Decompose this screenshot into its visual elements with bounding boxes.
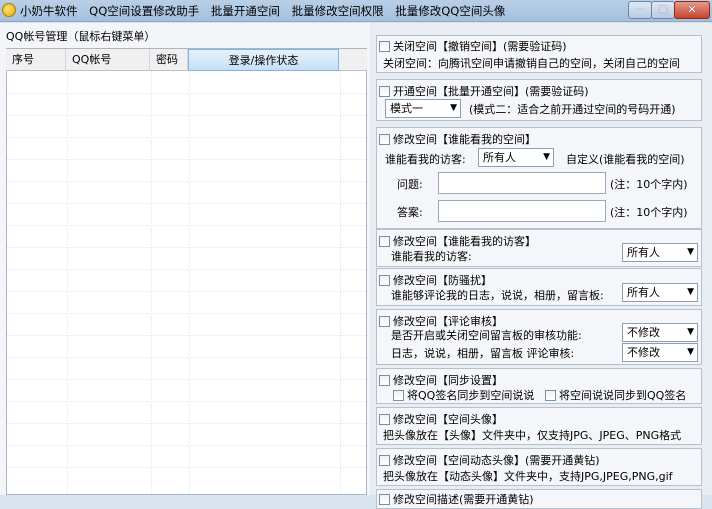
comment-permission-select[interactable]: 所有人 ▼ (622, 283, 698, 302)
visitors-permission-value: 所有人 (627, 246, 660, 259)
minimize-button[interactable]: ─ (628, 1, 652, 19)
space-visitors-label: 谁能看我的访客: (385, 153, 466, 166)
description-checkbox[interactable]: 修改空间描述(需要开通黄钻) (379, 491, 534, 507)
section-animated-avatar: 修改空间【空间动态头像】(需要开通黄钻) 把头像放在【动态头像】文件夹中，支持J… (376, 448, 702, 486)
section-avatar: 修改空间【空间头像】 把头像放在【头像】文件夹中，仅支持JPG、JPEG、PNG… (376, 407, 702, 445)
open-mode-value: 模式一 (390, 102, 423, 115)
close-space-checkbox[interactable]: 关闭空间【撤销空间】(需要验证码) (379, 38, 567, 54)
question-input[interactable] (438, 172, 606, 194)
chevron-down-icon: ▼ (687, 247, 694, 257)
comment-permission-value: 所有人 (627, 286, 660, 299)
space-visitors-value: 所有人 (483, 151, 516, 164)
anti-harass-label: 修改空间【防骚扰】 (393, 274, 492, 287)
content-review-select[interactable]: 不修改 ▼ (622, 343, 698, 362)
menu-item-batch-open[interactable]: 批量开通空间 (211, 4, 280, 18)
chevron-down-icon: ▼ (543, 152, 550, 162)
column-header-qq[interactable]: QQ帐号 (66, 49, 150, 71)
question-note: (注：10个字内) (610, 178, 688, 191)
animated-avatar-checkbox[interactable]: 修改空间【空间动态头像】(需要开通黄钻) (379, 452, 600, 468)
section-description: 修改空间描述(需要开通黄钻) (376, 489, 702, 509)
animated-avatar-desc: 把头像放在【动态头像】文件夹中，支持JPG,JPEG,PNG,gif (383, 470, 673, 483)
who-can-see-visitors-checkbox[interactable]: 修改空间【谁能看我的访客】 (379, 233, 536, 249)
sync-label: 修改空间【同步设置】 (393, 374, 503, 387)
section-anti-harass: 修改空间【防骚扰】 谁能够评论我的日志，说说，相册，留言板: 所有人 ▼ (376, 268, 702, 306)
close-space-label: 关闭空间【撤销空间】(需要验证码) (393, 40, 567, 53)
section-open-space: 开通空间【批量开通空间】(需要验证码) 模式一 ▼ (模式二：适合之前开通过空间的… (376, 79, 702, 121)
app-logo-icon (2, 3, 16, 17)
account-panel-title: QQ帐号管理（鼠标右键菜单） (6, 30, 156, 43)
menu-item-batch-avatar[interactable]: 批量修改QQ空间头像 (395, 4, 505, 18)
avatar-label: 修改空间【空间头像】 (393, 413, 503, 426)
close-space-desc: 关闭空间：向腾讯空间申请撤销自己的空间，关闭自己的空间 (383, 57, 680, 70)
custom-space-label: 自定义(谁能看我的空间) (566, 153, 685, 166)
space-visitors-select[interactable]: 所有人 ▼ (478, 148, 554, 167)
account-table-header: 序号 QQ帐号 密码 登录/操作状态 (6, 49, 367, 71)
question-label: 问题: (397, 178, 423, 191)
column-header-index[interactable]: 序号 (6, 49, 66, 71)
account-table[interactable] (6, 48, 367, 495)
guestbook-review-value: 不修改 (627, 326, 660, 339)
visitors-permission-label: 谁能看我的访客: (391, 250, 472, 263)
open-space-label: 开通空间【批量开通空间】(需要验证码) (393, 85, 589, 98)
anti-harass-checkbox[interactable]: 修改空间【防骚扰】 (379, 272, 492, 288)
guestbook-review-label: 是否开启或关闭空间留言板的审核功能: (391, 329, 582, 342)
sync-signature-to-talk-checkbox[interactable]: 将QQ签名同步到空间说说 (393, 387, 534, 403)
menu-bar: 小奶牛软件 QQ空间设置修改助手 批量开通空间 批量修改空间权限 批量修改QQ空… (20, 3, 513, 19)
maximize-button[interactable]: □ (651, 1, 675, 19)
guestbook-review-select[interactable]: 不修改 ▼ (622, 323, 698, 342)
close-icon: ✕ (687, 3, 697, 16)
sync-signature-to-talk-label: 将QQ签名同步到空间说说 (407, 389, 535, 402)
who-can-see-visitors-label: 修改空间【谁能看我的访客】 (393, 235, 536, 248)
content-review-value: 不修改 (627, 346, 660, 359)
maximize-icon: □ (657, 3, 669, 16)
menu-item-space-assistant[interactable]: QQ空间设置修改助手 (89, 4, 199, 18)
comment-permission-label: 谁能够评论我的日志，说说，相册，留言板: (391, 289, 604, 302)
section-comment-review: 修改空间【评论审核】 是否开启或关闭空间留言板的审核功能: 不修改 ▼ 日志，说说… (376, 309, 702, 365)
chevron-down-icon: ▼ (687, 287, 694, 297)
open-mode-select[interactable]: 模式一 ▼ (385, 99, 461, 118)
column-header-status[interactable]: 登录/操作状态 (188, 49, 339, 71)
who-can-see-space-checkbox[interactable]: 修改空间【谁能看我的空间】 (379, 131, 536, 147)
close-button[interactable]: ✕ (674, 1, 710, 19)
section-who-can-see-space: 修改空间【谁能看我的空间】 谁能看我的访客: 所有人 ▼ 自定义(谁能看我的空间)… (376, 127, 702, 229)
column-header-password[interactable]: 密码 (150, 49, 188, 71)
sync-talk-to-signature-checkbox[interactable]: 将空间说说同步到QQ签名 (545, 387, 686, 403)
sync-talk-to-signature-label: 将空间说说同步到QQ签名 (559, 389, 687, 402)
title-bar: 小奶牛软件 QQ空间设置修改助手 批量开通空间 批量修改空间权限 批量修改QQ空… (0, 0, 712, 22)
answer-label: 答案: (397, 206, 423, 219)
minimize-icon: ─ (636, 3, 644, 16)
section-sync: 修改空间【同步设置】 将QQ签名同步到空间说说 将空间说说同步到QQ签名 (376, 368, 702, 404)
chevron-down-icon: ▼ (687, 347, 694, 357)
open-space-checkbox[interactable]: 开通空间【批量开通空间】(需要验证码) (379, 83, 589, 99)
animated-avatar-label: 修改空间【空间动态头像】(需要开通黄钻) (393, 454, 600, 467)
menu-item-software[interactable]: 小奶牛软件 (20, 4, 78, 18)
section-who-can-see-visitors: 修改空间【谁能看我的访客】 谁能看我的访客: 所有人 ▼ (376, 229, 702, 267)
avatar-desc: 把头像放在【头像】文件夹中，仅支持JPG、JPEG、PNG格式 (383, 429, 682, 442)
menu-item-batch-permissions[interactable]: 批量修改空间权限 (292, 4, 384, 18)
answer-note: (注：10个字内) (610, 206, 688, 219)
who-can-see-space-label: 修改空间【谁能看我的空间】 (393, 133, 536, 146)
section-close-space: 关闭空间【撤销空间】(需要验证码) 关闭空间：向腾讯空间申请撤销自己的空间，关闭… (376, 35, 702, 73)
sync-checkbox[interactable]: 修改空间【同步设置】 (379, 372, 503, 388)
visitors-permission-select[interactable]: 所有人 ▼ (622, 243, 698, 262)
chevron-down-icon: ▼ (687, 327, 694, 337)
chevron-down-icon: ▼ (450, 103, 457, 113)
answer-input[interactable] (438, 200, 606, 222)
avatar-checkbox[interactable]: 修改空间【空间头像】 (379, 411, 503, 427)
content-review-label: 日志，说说，相册，留言板 评论审核: (391, 347, 575, 360)
open-mode-note: (模式二：适合之前开通过空间的号码开通) (469, 103, 676, 116)
